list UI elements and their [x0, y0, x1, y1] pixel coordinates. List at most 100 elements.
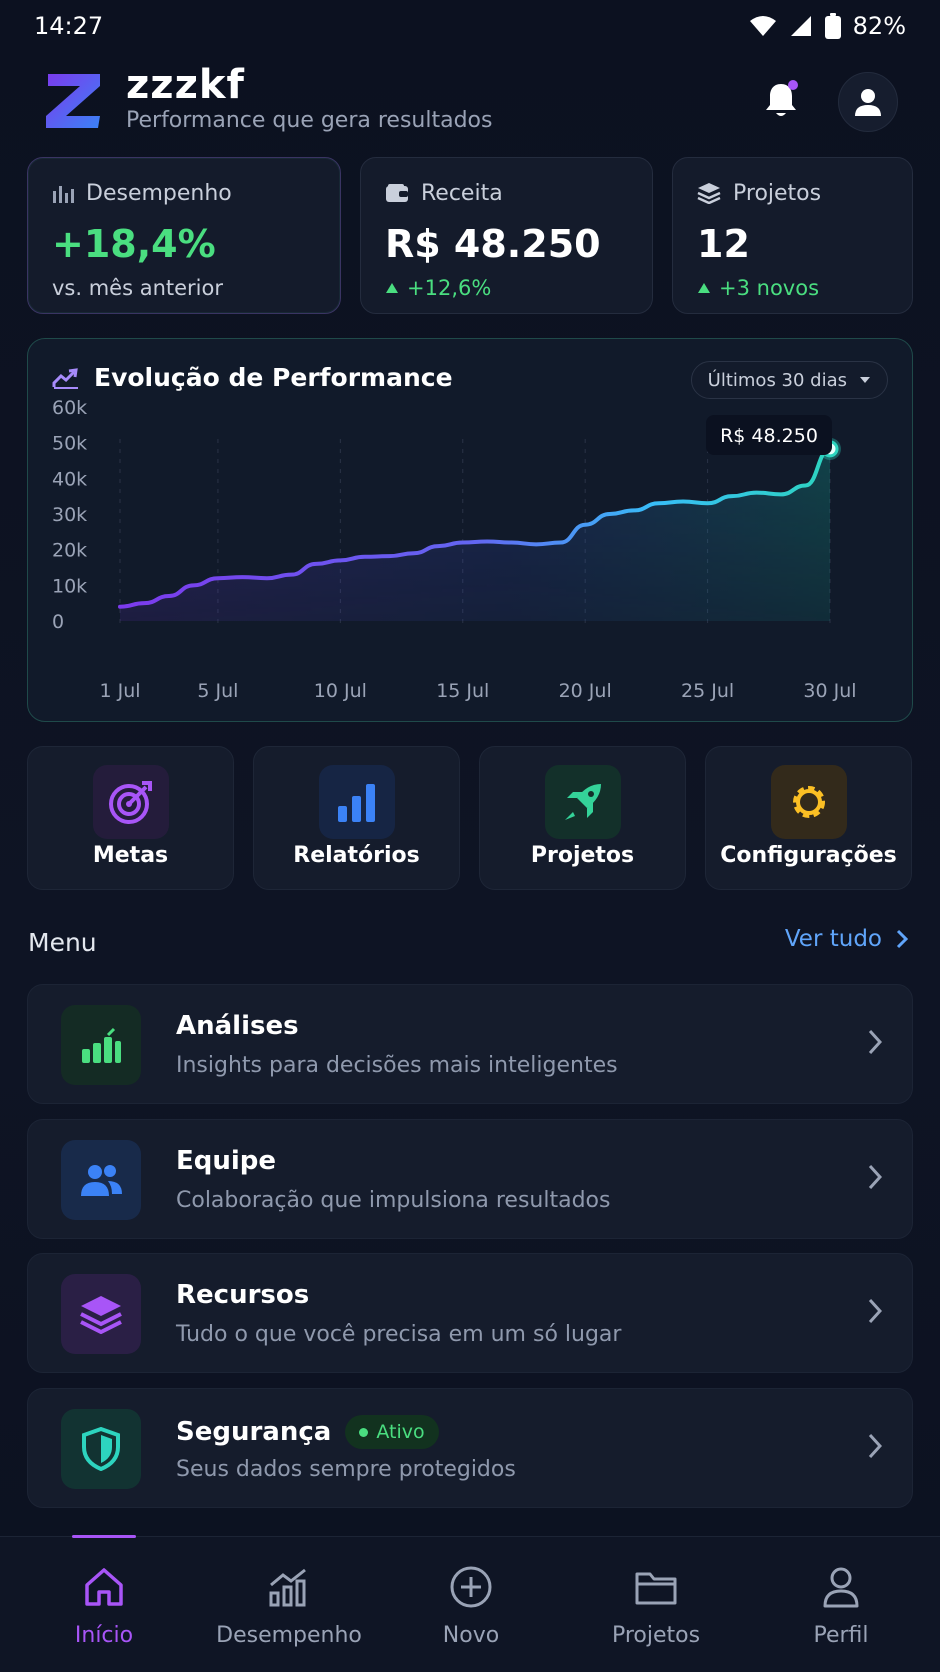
nav-tab-inicio[interactable]: Início — [19, 1563, 189, 1648]
x-tick-label: 20 Jul — [559, 680, 612, 702]
chart-icon — [269, 1568, 306, 1607]
menu-item-title: Análises — [176, 1011, 299, 1041]
y-tick-label: 0 — [52, 611, 64, 633]
chevron-right-icon — [868, 1029, 882, 1055]
menu-item-seguranca[interactable]: Segurança Ativo Seus dados sempre proteg… — [27, 1388, 913, 1508]
team-icon — [81, 1165, 122, 1196]
user-icon — [855, 89, 881, 116]
stat-card-desempenho[interactable]: Desempenho +18,4% vs. mês anterior — [27, 157, 341, 314]
status-icons: 82% — [749, 12, 906, 40]
stat-label: Receita — [421, 180, 503, 206]
status-bar: 14:27 82% — [0, 0, 940, 52]
menu-item-subtitle: Insights para decisões mais inteligentes — [176, 1053, 618, 1078]
quick-action-label: Relatórios — [293, 843, 420, 868]
y-tick-label: 50k — [52, 433, 87, 455]
app-header: zzzkf Performance que gera resultados — [0, 60, 940, 144]
y-tick-label: 20k — [52, 540, 87, 562]
wifi-icon — [749, 16, 776, 36]
folder-icon — [635, 1572, 677, 1605]
performance-chart-card: 0 10k 20k 30k 40k 50k 60k 1 Jul 5 Jul 10 Jul 15 J… — [27, 338, 913, 722]
menu-item-subtitle: Colaboração que impulsiona resultados — [176, 1188, 611, 1213]
nav-tab-desempenho[interactable]: Desempenho — [204, 1563, 374, 1648]
analytics-icon — [82, 1027, 121, 1063]
stat-label: Projetos — [733, 180, 822, 206]
quick-action-label: Metas — [92, 843, 169, 868]
x-tick-label: 5 Jul — [197, 680, 238, 702]
wallet-icon — [386, 184, 408, 202]
quick-action-configuracoes[interactable]: Configurações — [705, 746, 912, 890]
app-title: zzzkf — [126, 62, 245, 108]
nav-label: Início — [74, 1623, 134, 1648]
nav-label: Desempenho — [216, 1623, 362, 1648]
status-badge-label: Ativo — [376, 1421, 425, 1443]
signal-icon — [790, 16, 811, 36]
battery-level: 82% — [852, 12, 906, 40]
quick-action-projetos[interactable]: Projetos — [479, 746, 686, 890]
see-all-link[interactable]: Ver tudo — [785, 926, 908, 952]
home-icon — [85, 1568, 123, 1606]
stat-card-receita[interactable]: Receita R$ 48.250 +12,6% — [360, 157, 653, 314]
menu-section-title: Menu — [28, 928, 97, 957]
range-dropdown[interactable]: Últimos 30 dias — [690, 361, 888, 399]
y-tick-label: 10k — [52, 575, 87, 597]
trend-chart-icon — [52, 367, 78, 389]
shield-icon — [82, 1427, 120, 1471]
menu-item-subtitle: Seus dados sempre protegidos — [176, 1457, 516, 1482]
gear-icon — [792, 786, 825, 818]
chart-area — [120, 448, 830, 621]
x-tick-label: 15 Jul — [436, 680, 489, 702]
chevron-right-icon — [896, 929, 908, 949]
x-tick-label: 25 Jul — [681, 680, 734, 702]
stat-value: +18,4% — [52, 222, 216, 266]
stat-value: R$ 48.250 — [385, 222, 601, 266]
status-dot — [359, 1427, 369, 1437]
nav-label: Novo — [442, 1623, 500, 1648]
menu-item-analises[interactable]: Análises Insights para decisões mais int… — [27, 984, 913, 1104]
status-time: 14:27 — [34, 12, 104, 40]
target-icon — [108, 781, 152, 824]
stat-value: 12 — [697, 222, 750, 266]
quick-action-metas[interactable]: Metas — [27, 746, 234, 890]
active-tab-indicator — [72, 1535, 136, 1538]
nav-label: Perfil — [813, 1623, 869, 1648]
nav-tab-novo[interactable]: Novo — [386, 1563, 556, 1648]
nav-tab-perfil[interactable]: Perfil — [756, 1563, 926, 1648]
plus-circle-icon — [450, 1566, 492, 1608]
x-tick-label: 1 Jul — [99, 680, 140, 702]
y-tick-label: 30k — [52, 504, 87, 526]
see-all-label: Ver tudo — [784, 926, 882, 952]
arrow-up-icon — [386, 283, 398, 293]
quick-action-relatorios[interactable]: Relatórios — [253, 746, 460, 890]
nav-label: Projetos — [611, 1623, 701, 1648]
user-icon — [823, 1567, 859, 1608]
notification-dot — [788, 80, 798, 90]
status-badge: Ativo — [345, 1415, 439, 1449]
arrow-up-icon — [698, 283, 710, 293]
notifications-button[interactable] — [756, 72, 806, 128]
stat-sub: +3 novos — [719, 276, 820, 300]
chevron-down-icon — [860, 377, 870, 383]
stat-sub: vs. mês anterior — [52, 276, 223, 300]
x-tick-label: 30 Jul — [803, 680, 856, 702]
chart-title: Evolução de Performance — [94, 363, 453, 392]
menu-item-subtitle: Tudo o que você precisa em um só lugar — [176, 1322, 622, 1347]
profile-avatar-button[interactable] — [838, 72, 898, 132]
bar-chart-icon — [53, 186, 74, 203]
chevron-right-icon — [868, 1164, 882, 1190]
chevron-right-icon — [868, 1298, 882, 1324]
quick-action-label: Projetos — [530, 843, 635, 868]
menu-item-equipe[interactable]: Equipe Colaboração que impulsiona result… — [27, 1119, 913, 1239]
menu-item-recursos[interactable]: Recursos Tudo o que você precisa em um s… — [27, 1253, 913, 1373]
chevron-right-icon — [868, 1433, 882, 1459]
stat-sub: +12,6% — [407, 276, 492, 300]
battery-icon — [824, 13, 841, 39]
menu-item-title: Equipe — [176, 1146, 277, 1176]
nav-tab-projetos[interactable]: Projetos — [571, 1563, 741, 1648]
y-tick-label: 60k — [52, 397, 87, 419]
app-subtitle: Performance que gera resultados — [126, 108, 493, 133]
menu-item-title: Segurança — [176, 1417, 332, 1447]
range-value: Últimos 30 dias — [707, 369, 847, 391]
stat-card-projetos[interactable]: Projetos 12 +3 novos — [672, 157, 913, 314]
layers-icon — [80, 1296, 122, 1334]
menu-item-title: Recursos — [176, 1280, 310, 1310]
